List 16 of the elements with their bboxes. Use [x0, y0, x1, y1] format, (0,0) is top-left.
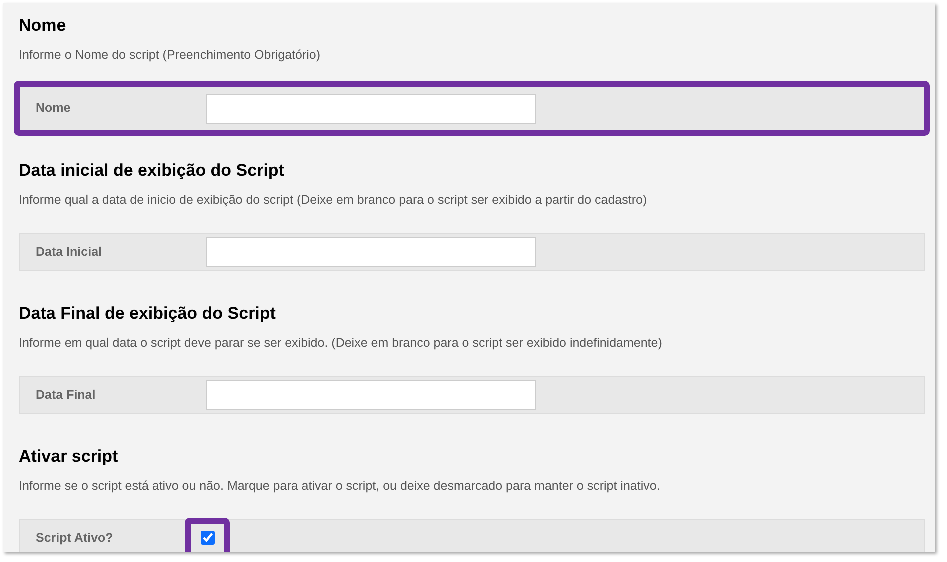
section-hint: Informe qual a data de inicio de exibição do script (Deixe em branco para o script ser exibido a partir do cadastro): [19, 192, 648, 209]
field-label: Script Ativo?: [36, 530, 114, 547]
field-label: Nome: [36, 100, 72, 118]
section-title: Ativar script: [19, 446, 120, 468]
section-hint: Informe o Nome do script (Preenchimento Obrigatório): [19, 47, 322, 64]
field-label: Data Final: [36, 386, 97, 404]
input-field[interactable]: [206, 237, 536, 267]
section-hint: Informe se o script está ativo ou não. Marque para ativar o script, ou deixe desmarcado para manter o script inativo.: [19, 478, 662, 495]
section-title: Data Final de exibição do Script: [19, 303, 277, 325]
section-title: Data inicial de exibição do Script: [19, 160, 286, 182]
checkbox[interactable]: [200, 531, 214, 545]
input-field[interactable]: [206, 380, 536, 410]
field-label: Data Inicial: [36, 244, 103, 261]
input-field[interactable]: [206, 94, 536, 124]
section-title: Nome: [19, 15, 68, 37]
section-hint: Informe em qual data o script deve parar se ser exibido. (Deixe em branco para o script ser exibido indefinidamente): [19, 335, 664, 352]
